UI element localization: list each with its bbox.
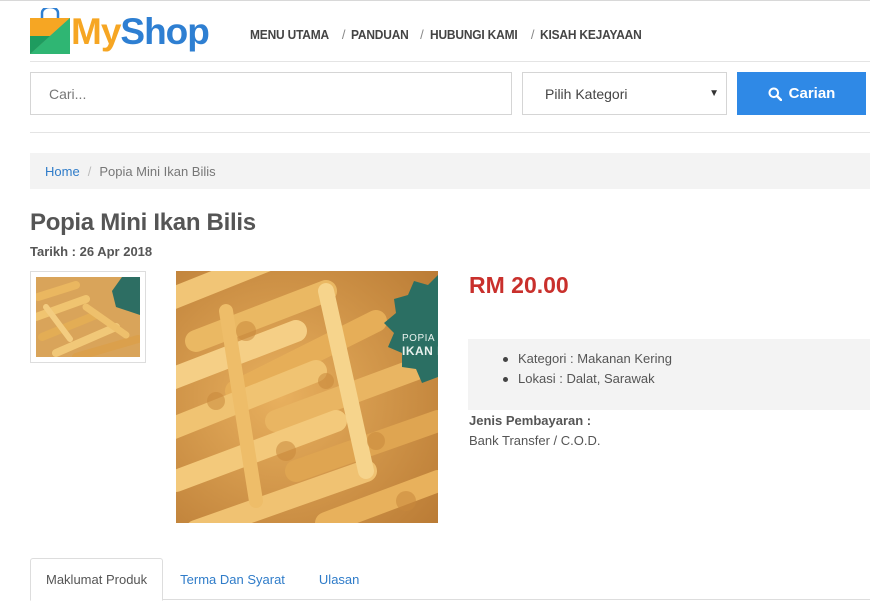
- product-tabs: Maklumat Produk Terma Dan Syarat Ulasan: [30, 558, 870, 601]
- search-icon: [768, 87, 782, 101]
- breadcrumb-current: Popia Mini Ikan Bilis: [99, 163, 216, 179]
- search-button-label: Carian: [788, 85, 836, 102]
- shopping-bag-logo-icon: [30, 5, 70, 54]
- nav-kisah-kejayaan[interactable]: KISAH KEJAYAAN: [540, 27, 642, 42]
- tab-maklumat-produk[interactable]: Maklumat Produk: [30, 558, 164, 601]
- payment-label: Jenis Pembayaran :: [469, 413, 592, 428]
- page-title: Popia Mini Ikan Bilis: [30, 209, 256, 236]
- search-button[interactable]: Carian: [737, 72, 866, 115]
- product-thumbnail[interactable]: [30, 271, 146, 363]
- detail-kategori-value: Makanan Kering: [577, 351, 672, 366]
- logo-wordmark: MyShop: [71, 10, 210, 52]
- nav-menu-utama[interactable]: MENU UTAMA: [250, 27, 329, 42]
- nav-separator: /: [530, 27, 535, 42]
- logo-shop: Shop: [120, 10, 209, 52]
- tab-terma-dan-syarat[interactable]: Terma Dan Syarat: [163, 558, 302, 600]
- caret-down-icon: ▼: [709, 88, 719, 99]
- detail-kategori: Kategori : Makanan Kering: [503, 349, 870, 369]
- date-label: Tarikh :: [30, 244, 76, 259]
- product-price: RM 20.00: [469, 272, 569, 298]
- product-date: Tarikh : 26 Apr 2018: [30, 244, 152, 259]
- badge-line-2: IKAN BILIS: [402, 344, 438, 358]
- detail-kategori-label: Kategori :: [518, 351, 574, 366]
- nav-separator: /: [420, 27, 424, 42]
- thumbnail-image: [36, 277, 140, 357]
- breadcrumb-separator: /: [87, 163, 92, 179]
- category-select-value: Pilih Kategori: [545, 85, 628, 102]
- logo-my: My: [71, 10, 121, 52]
- breadcrumb-home[interactable]: Home: [45, 164, 80, 179]
- tab-ulasan[interactable]: Ulasan: [302, 558, 376, 600]
- date-value: 26 Apr 2018: [79, 244, 153, 259]
- main-nav: MENU UTAMA / PANDUAN / HUBUNGI KAMI / KI…: [250, 27, 651, 42]
- detail-lokasi: Lokasi : Dalat, Sarawak: [503, 369, 870, 389]
- top-border: [0, 0, 870, 1]
- detail-lokasi-value: Dalat, Sarawak: [566, 371, 655, 386]
- site-logo[interactable]: MyShop: [30, 5, 210, 55]
- product-badge-text: POPIA IKAN BILIS: [402, 333, 438, 357]
- product-details-box: Kategori : Makanan Kering Lokasi : Dalat…: [468, 339, 870, 410]
- category-select[interactable]: Pilih Kategori ▼: [522, 72, 727, 115]
- product-details-list: Kategori : Makanan Kering Lokasi : Dalat…: [503, 349, 870, 389]
- search-divider: [30, 132, 870, 133]
- breadcrumb: Home / Popia Mini Ikan Bilis: [30, 153, 870, 189]
- product-main-image[interactable]: POPIA IKAN BILIS: [176, 271, 438, 523]
- nav-hubungi-kami[interactable]: HUBUNGI KAMI: [430, 27, 518, 42]
- nav-separator: /: [341, 27, 346, 42]
- payment-value: Bank Transfer / C.O.D.: [469, 433, 601, 448]
- detail-lokasi-label: Lokasi :: [518, 371, 563, 386]
- main-photo: [176, 271, 438, 523]
- search-input[interactable]: [30, 72, 512, 115]
- nav-panduan[interactable]: PANDUAN: [351, 27, 409, 42]
- header-divider: [30, 61, 870, 62]
